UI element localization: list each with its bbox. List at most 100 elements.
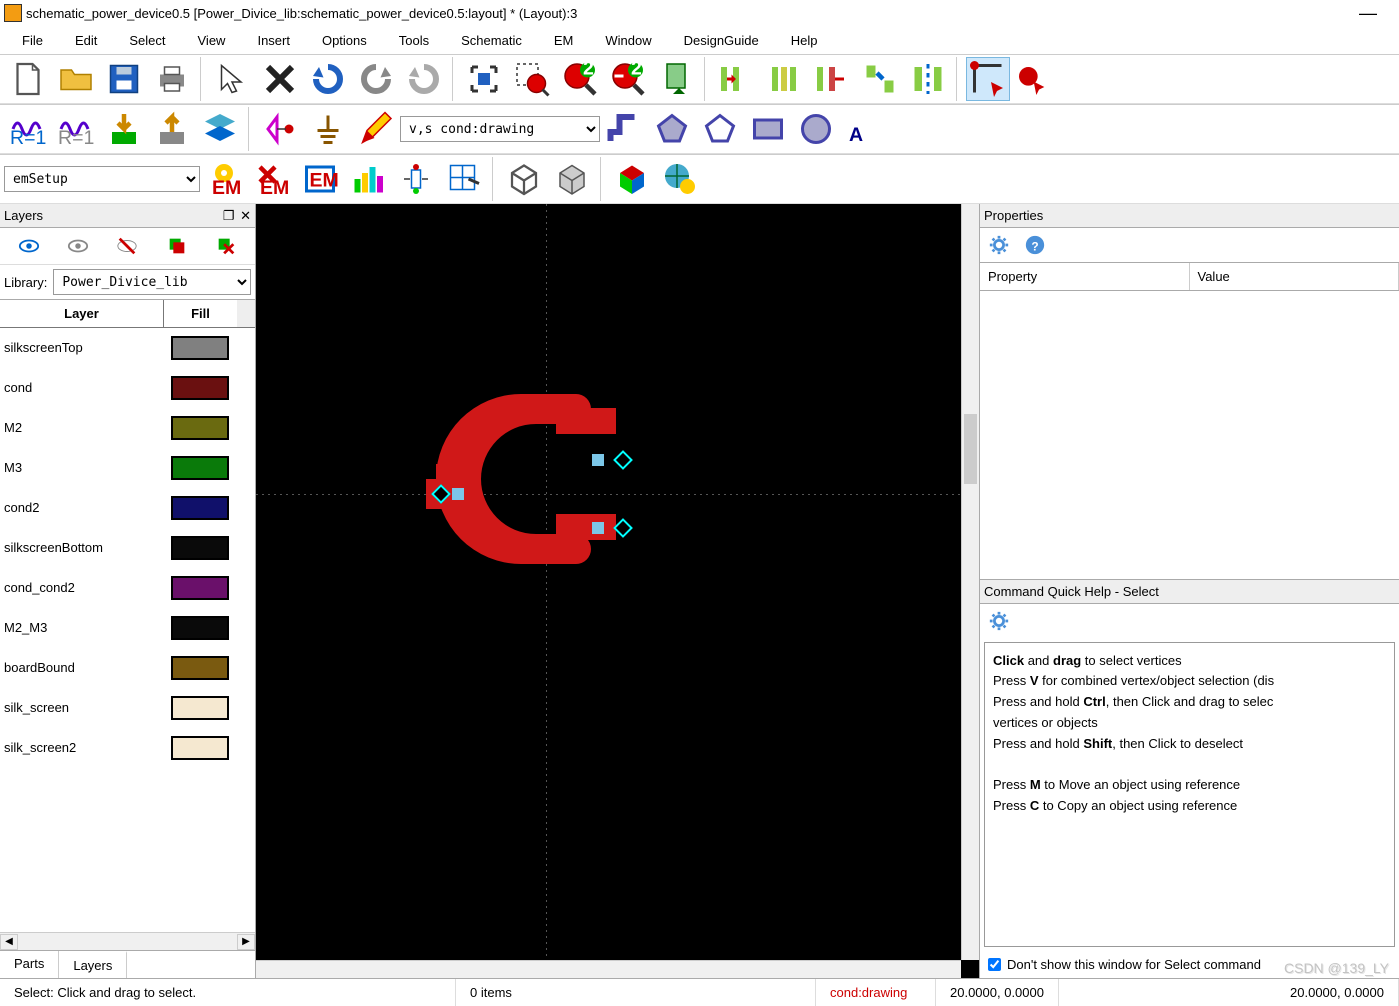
canvas-vscroll[interactable] [961, 204, 979, 960]
minimize-button[interactable]: — [1341, 3, 1395, 24]
menu-edit[interactable]: Edit [59, 29, 113, 52]
eye-off-icon[interactable] [115, 234, 139, 258]
zoom-area-icon[interactable] [510, 57, 554, 101]
layer-swatch[interactable] [171, 496, 229, 520]
layer-row[interactable]: silkscreenTop [0, 328, 255, 368]
resistor-icon[interactable] [394, 157, 438, 201]
layer-row[interactable]: cond2 [0, 488, 255, 528]
menu-insert[interactable]: Insert [241, 29, 306, 52]
polyline-icon[interactable] [698, 107, 742, 151]
align-center-icon[interactable] [762, 57, 806, 101]
em-delete-icon[interactable]: EM [250, 157, 294, 201]
layer-swatch[interactable] [171, 456, 229, 480]
grid-icon[interactable] [442, 157, 486, 201]
tab-layers[interactable]: Layers [59, 951, 127, 978]
layer-row[interactable]: cond_cond2 [0, 568, 255, 608]
menu-schematic[interactable]: Schematic [445, 29, 538, 52]
layer-row[interactable]: silk_screen [0, 688, 255, 728]
menu-select[interactable]: Select [113, 29, 181, 52]
layer-row[interactable]: boardBound [0, 648, 255, 688]
undo-stack-icon[interactable] [402, 57, 446, 101]
align-right-icon[interactable] [810, 57, 854, 101]
ground-icon[interactable] [306, 107, 350, 151]
menu-file[interactable]: File [6, 29, 59, 52]
layer-row[interactable]: M2 [0, 408, 255, 448]
layer-swatch[interactable] [171, 616, 229, 640]
layer-row[interactable]: cond [0, 368, 255, 408]
em-box-icon[interactable]: EM [298, 157, 342, 201]
bars-icon[interactable] [346, 157, 390, 201]
port-icon[interactable] [258, 107, 302, 151]
polygon-icon[interactable] [650, 107, 694, 151]
circle-icon[interactable] [794, 107, 838, 151]
save-icon[interactable] [102, 57, 146, 101]
layer-swatch[interactable] [171, 576, 229, 600]
layer-swatch[interactable] [171, 656, 229, 680]
layer-swatch[interactable] [171, 696, 229, 720]
zoom-out-icon[interactable]: 2 [606, 57, 650, 101]
help-icon[interactable]: ? [1024, 234, 1046, 256]
eye-sel-icon[interactable] [66, 234, 90, 258]
zoom-fit-icon[interactable] [462, 57, 506, 101]
layer-swatch[interactable] [171, 416, 229, 440]
em-gear-icon[interactable]: EM [202, 157, 246, 201]
delete-icon[interactable] [258, 57, 302, 101]
eye-all-icon[interactable] [17, 234, 41, 258]
dont-show-checkbox[interactable] [988, 958, 1001, 971]
open-icon[interactable] [54, 57, 98, 101]
zoom-select-icon[interactable] [654, 57, 698, 101]
align-left-icon[interactable] [714, 57, 758, 101]
rectangle-icon[interactable] [746, 107, 790, 151]
menu-em[interactable]: EM [538, 29, 590, 52]
menu-window[interactable]: Window [589, 29, 667, 52]
cube-wire-icon[interactable] [502, 157, 546, 201]
gear-icon[interactable] [988, 234, 1010, 256]
undo-icon[interactable] [306, 57, 350, 101]
import-icon[interactable] [102, 107, 146, 151]
layer-row[interactable]: M3 [0, 448, 255, 488]
layer-swatch[interactable] [171, 736, 229, 760]
layer-swatch[interactable] [171, 376, 229, 400]
canvas-hscroll[interactable] [256, 960, 961, 978]
layer-row[interactable]: M2_M3 [0, 608, 255, 648]
pencil-icon[interactable] [354, 107, 398, 151]
layer-dropdown[interactable]: v,s cond:drawing [400, 116, 600, 142]
world-gear-icon[interactable] [658, 157, 702, 201]
layer-row[interactable]: silkscreenBottom [0, 528, 255, 568]
layers-hscroll[interactable]: ◀▶ [0, 932, 255, 950]
cube-color-icon[interactable] [610, 157, 654, 201]
undock-icon[interactable]: ❐ [223, 208, 235, 223]
em-setup-dropdown[interactable]: emSetup [4, 166, 200, 192]
new-icon[interactable] [6, 57, 50, 101]
layers3d-icon[interactable] [198, 107, 242, 151]
layer-add-icon[interactable] [165, 234, 189, 258]
menu-view[interactable]: View [182, 29, 242, 52]
redo-icon[interactable] [354, 57, 398, 101]
print-icon[interactable] [150, 57, 194, 101]
cube-solid-icon[interactable] [550, 157, 594, 201]
menu-tools[interactable]: Tools [383, 29, 445, 52]
pointer-icon[interactable] [210, 57, 254, 101]
waveform-icon[interactable]: R=17 [6, 107, 50, 151]
mirror-icon[interactable] [906, 57, 950, 101]
gear-icon-2[interactable] [988, 610, 1010, 632]
menu-help[interactable]: Help [775, 29, 834, 52]
export-icon[interactable] [150, 107, 194, 151]
layer-swatch[interactable] [171, 336, 229, 360]
vertex-mode-icon[interactable] [966, 57, 1010, 101]
element-mode-icon2[interactable] [1014, 57, 1048, 101]
layer-swatch[interactable] [171, 536, 229, 560]
tab-parts[interactable]: Parts [0, 951, 59, 978]
close-icon[interactable]: ✕ [240, 208, 251, 223]
layer-del-icon[interactable] [214, 234, 238, 258]
menu-designguide[interactable]: DesignGuide [668, 29, 775, 52]
zoom-in-icon[interactable]: 2 [558, 57, 602, 101]
waveform2-icon[interactable]: R=17 [54, 107, 98, 151]
menu-options[interactable]: Options [306, 29, 383, 52]
layer-row[interactable]: silk_screen2 [0, 728, 255, 768]
text-icon[interactable]: A [842, 107, 886, 151]
trace-icon[interactable] [602, 107, 646, 151]
distribute-icon[interactable] [858, 57, 902, 101]
library-select[interactable]: Power_Divice_lib [53, 269, 251, 295]
layout-canvas[interactable] [256, 204, 979, 978]
